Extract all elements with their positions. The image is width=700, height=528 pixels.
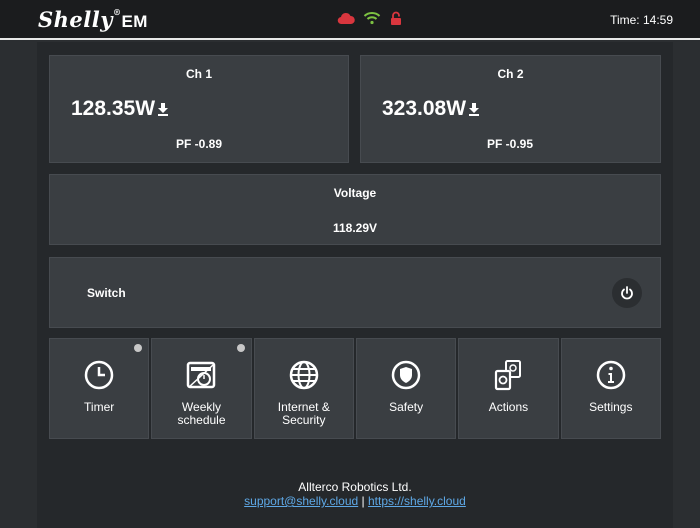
actions-label: Actions xyxy=(488,400,529,414)
channel-1-pf: PF -0.89 xyxy=(176,137,223,151)
wifi-icon xyxy=(363,11,381,27)
channel-2-card[interactable]: Ch 2 323.08W PF -0.95 xyxy=(360,55,661,163)
globe-icon xyxy=(288,359,320,391)
power-icon xyxy=(621,286,633,300)
channel-1-card[interactable]: Ch 1 128.35W PF -0.89 xyxy=(49,55,349,163)
footer-separator: | xyxy=(361,494,365,508)
channel-2-title: Ch 2 xyxy=(497,67,524,81)
settings-tile[interactable]: Settings xyxy=(560,338,661,439)
voltage-value: 118.29V xyxy=(332,221,378,235)
active-indicator xyxy=(236,344,245,352)
internet-security-label: Internet & Security xyxy=(277,400,330,427)
download-arrow-icon xyxy=(469,103,480,116)
weekly-schedule-tile[interactable]: Weekly schedule xyxy=(151,338,252,439)
channel-1-title: Ch 1 xyxy=(185,67,212,81)
switch-card: Switch xyxy=(49,257,661,328)
voltage-title: Voltage xyxy=(333,186,377,200)
footer: Allterco Robotics Ltd. support@shelly.cl… xyxy=(37,480,673,508)
channel-1-power: 128.35W xyxy=(71,97,169,121)
shelly-logo: Shelly®EM xyxy=(38,7,148,32)
lock-icon xyxy=(389,11,407,27)
safety-label: Safety xyxy=(389,400,424,414)
support-email-link[interactable]: support@shelly.cloud xyxy=(244,494,358,508)
clock-icon xyxy=(83,359,115,391)
weekly-schedule-icon xyxy=(185,359,217,391)
shield-icon xyxy=(390,359,422,391)
switch-label: Switch xyxy=(87,286,126,300)
download-arrow-icon xyxy=(158,103,169,116)
actions-tile[interactable]: Actions xyxy=(458,338,559,439)
status-icons xyxy=(337,11,407,27)
channel-2-pf: PF -0.95 xyxy=(487,137,534,151)
power-toggle-button[interactable] xyxy=(612,278,642,308)
weekly-schedule-label: Weekly schedule xyxy=(177,400,226,427)
safety-tile[interactable]: Safety xyxy=(355,338,457,439)
cloud-icon xyxy=(337,11,355,27)
internet-security-tile[interactable]: Internet & Security xyxy=(253,338,354,439)
active-indicator xyxy=(134,344,143,352)
time-display: Time: 14:59 xyxy=(610,13,673,27)
top-bar: Shelly®EM Time: 14:59 xyxy=(0,0,700,40)
website-link[interactable]: https://shelly.cloud xyxy=(368,494,466,508)
timer-label: Timer xyxy=(84,400,115,414)
channel-2-power: 323.08W xyxy=(382,97,480,121)
main-content: Ch 1 128.35W PF -0.89 Ch 2 323.08W PF -0… xyxy=(37,42,673,528)
timer-tile[interactable]: Timer xyxy=(49,338,150,439)
voltage-card: Voltage 118.29V xyxy=(49,174,661,245)
menu-tiles: Timer Weekly schedule Internet & Securit… xyxy=(49,338,661,439)
actions-icon xyxy=(492,359,524,391)
company-name: Allterco Robotics Ltd. xyxy=(298,480,412,494)
settings-label: Settings xyxy=(589,400,633,414)
info-icon xyxy=(595,359,627,391)
